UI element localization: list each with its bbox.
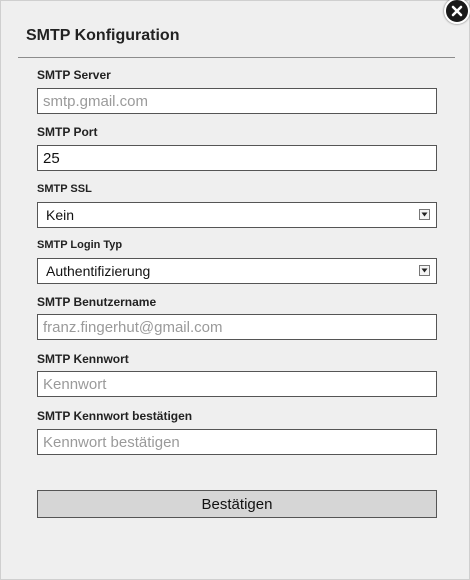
smtp-login-type-label: SMTP Login Typ: [37, 239, 123, 251]
smtp-username-input[interactable]: [37, 314, 437, 340]
smtp-password-input[interactable]: [37, 371, 437, 397]
smtp-login-type-value: Authentifizierung: [46, 263, 151, 279]
smtp-port-input[interactable]: [37, 145, 437, 171]
smtp-password-confirm-input[interactable]: [37, 429, 437, 455]
dialog-title: SMTP Konfiguration: [26, 27, 180, 44]
smtp-ssl-select[interactable]: Kein: [37, 202, 437, 228]
title-divider: [18, 57, 455, 58]
confirm-button[interactable]: Bestätigen: [37, 490, 437, 518]
smtp-username-label: SMTP Benutzername: [37, 295, 157, 309]
smtp-ssl-label: SMTP SSL: [37, 183, 92, 195]
smtp-login-type-select[interactable]: Authentifizierung: [37, 258, 437, 284]
smtp-password-label: SMTP Kennwort: [37, 352, 129, 366]
close-icon: [451, 5, 463, 17]
smtp-config-dialog: SMTP Konfiguration SMTP Server SMTP Port…: [0, 0, 470, 580]
smtp-server-label: SMTP Server: [37, 68, 111, 82]
smtp-ssl-value: Kein: [46, 207, 75, 223]
smtp-password-confirm-label: SMTP Kennwort bestätigen: [37, 409, 193, 423]
chevron-down-icon: [419, 265, 430, 276]
smtp-port-label: SMTP Port: [37, 125, 98, 139]
smtp-server-input[interactable]: [37, 88, 437, 114]
chevron-down-icon: [419, 209, 430, 220]
